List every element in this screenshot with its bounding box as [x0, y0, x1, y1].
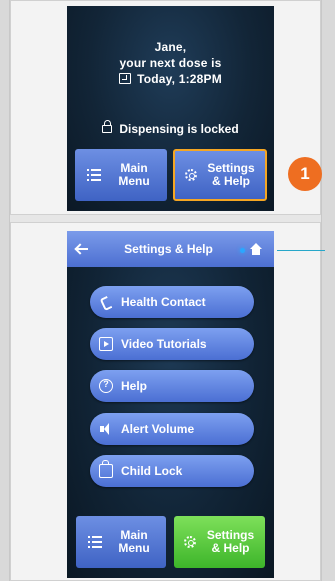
header-title: Settings & Help	[124, 242, 213, 256]
callout-line	[277, 250, 325, 251]
menu-item-label: Alert Volume	[121, 422, 195, 436]
help-icon	[99, 379, 113, 393]
video-icon	[99, 337, 113, 351]
main-menu-button[interactable]: Main Menu	[76, 516, 166, 568]
home-icon[interactable]	[250, 243, 262, 255]
home-screen: Jane, your next dose is Today, 1:28PM Di…	[67, 6, 274, 211]
settings-help-screen: Settings & Help Health Contact Video Tut…	[67, 231, 274, 578]
gear-icon	[185, 169, 197, 181]
dispensing-status-row: Dispensing is locked	[67, 120, 274, 136]
page-margin-left	[0, 0, 10, 581]
menu-item-label: Help	[121, 379, 148, 393]
main-menu-label: Main Menu	[118, 161, 150, 188]
settings-help-label: Settings & Help	[206, 528, 255, 555]
settings-help-button[interactable]: Settings & Help	[173, 149, 267, 201]
menu-item-label: Health Contact	[121, 295, 206, 309]
calendar-icon	[119, 73, 132, 84]
dose-time-row: Today, 1:28PM	[67, 72, 274, 86]
settings-help-button[interactable]: Settings & Help	[174, 516, 265, 568]
menu-item-alert-volume[interactable]: Alert Volume	[90, 413, 254, 445]
menu-list-icon	[88, 536, 102, 548]
back-arrow-icon[interactable]	[75, 243, 89, 255]
main-menu-button[interactable]: Main Menu	[75, 149, 167, 201]
settings-help-label: Settings & Help	[207, 161, 255, 188]
menu-item-help[interactable]: Help	[90, 370, 254, 402]
callout-anchor-dot	[240, 248, 245, 253]
next-dose-text: your next dose is	[119, 56, 222, 70]
menu-item-video-tutorials[interactable]: Video Tutorials	[90, 328, 254, 360]
step-number-badge: 1	[288, 157, 322, 191]
greeting-name: Jane,	[154, 40, 187, 54]
phone-icon	[99, 295, 113, 309]
menu-list-icon	[87, 169, 101, 181]
dose-time: Today, 1:28PM	[137, 72, 222, 86]
page-margin-right	[321, 0, 335, 581]
gear-icon	[184, 536, 196, 548]
dispensing-status: Dispensing is locked	[119, 122, 239, 136]
menu-item-label: Child Lock	[121, 464, 183, 478]
menu-item-label: Video Tutorials	[121, 337, 207, 351]
main-menu-label: Main Menu	[118, 528, 150, 555]
lock-icon	[102, 120, 113, 133]
speaker-icon	[99, 422, 113, 436]
menu-item-health-contact[interactable]: Health Contact	[90, 286, 254, 318]
menu-item-child-lock[interactable]: Child Lock	[90, 455, 254, 487]
lock-icon	[99, 460, 113, 478]
